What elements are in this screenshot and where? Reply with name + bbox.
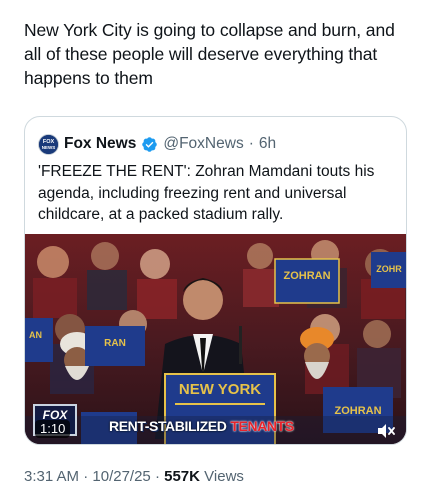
video-player[interactable]: ZOHRAN ZOHR AN RAN ZOHRAN NEW YORK FOX 1… [25, 234, 406, 444]
podium-text: NEW YORK [179, 381, 261, 398]
separator-dot: · [83, 468, 89, 485]
quoted-post[interactable]: FOX NEWS Fox News @FoxNews · 6h 'FREEZE … [24, 116, 407, 445]
quoted-post-text: 'FREEZE THE RENT': Zohran Mamdani touts … [38, 163, 375, 223]
svg-text:AN: AN [29, 330, 42, 340]
svg-text:ZOHRAN: ZOHRAN [283, 270, 330, 282]
separator-dot: · [248, 135, 254, 152]
fox-news-avatar[interactable]: FOX NEWS [38, 133, 59, 155]
svg-text:ZOHRAN: ZOHRAN [334, 405, 381, 417]
mute-icon[interactable] [374, 421, 398, 441]
post-time[interactable]: 3:31 AM [24, 468, 79, 485]
views-count[interactable]: 557K [164, 468, 200, 485]
svg-text:NEWS: NEWS [42, 145, 56, 150]
quoted-post-header: FOX NEWS Fox News @FoxNews · 6h [38, 133, 276, 155]
post-metadata: 3:31 AM · 10/27/25 · 557K Views [24, 468, 244, 485]
rally-scene-image: ZOHRAN ZOHR AN RAN ZOHRAN NEW YORK [25, 234, 406, 444]
chyron-text-white: RENT-STABILIZED [109, 418, 227, 434]
post-text: New York City is going to collapse and b… [24, 20, 395, 88]
chyron-text-red: TENANTS [230, 418, 294, 434]
quoted-author-name[interactable]: Fox News [64, 135, 136, 153]
video-chyron: RENT-STABILIZED TENANTS [109, 417, 294, 435]
views-label: Views [204, 468, 244, 485]
quoted-post-time[interactable]: 6h [259, 135, 276, 153]
verified-badge-icon [141, 136, 158, 153]
post-date[interactable]: 10/27/25 [92, 468, 150, 485]
svg-text:RAN: RAN [104, 338, 126, 349]
video-duration: 1:10 [35, 420, 71, 438]
separator-dot: · [154, 468, 160, 485]
svg-text:ZOHR: ZOHR [376, 264, 402, 274]
quoted-author-handle[interactable]: @FoxNews [163, 135, 243, 153]
